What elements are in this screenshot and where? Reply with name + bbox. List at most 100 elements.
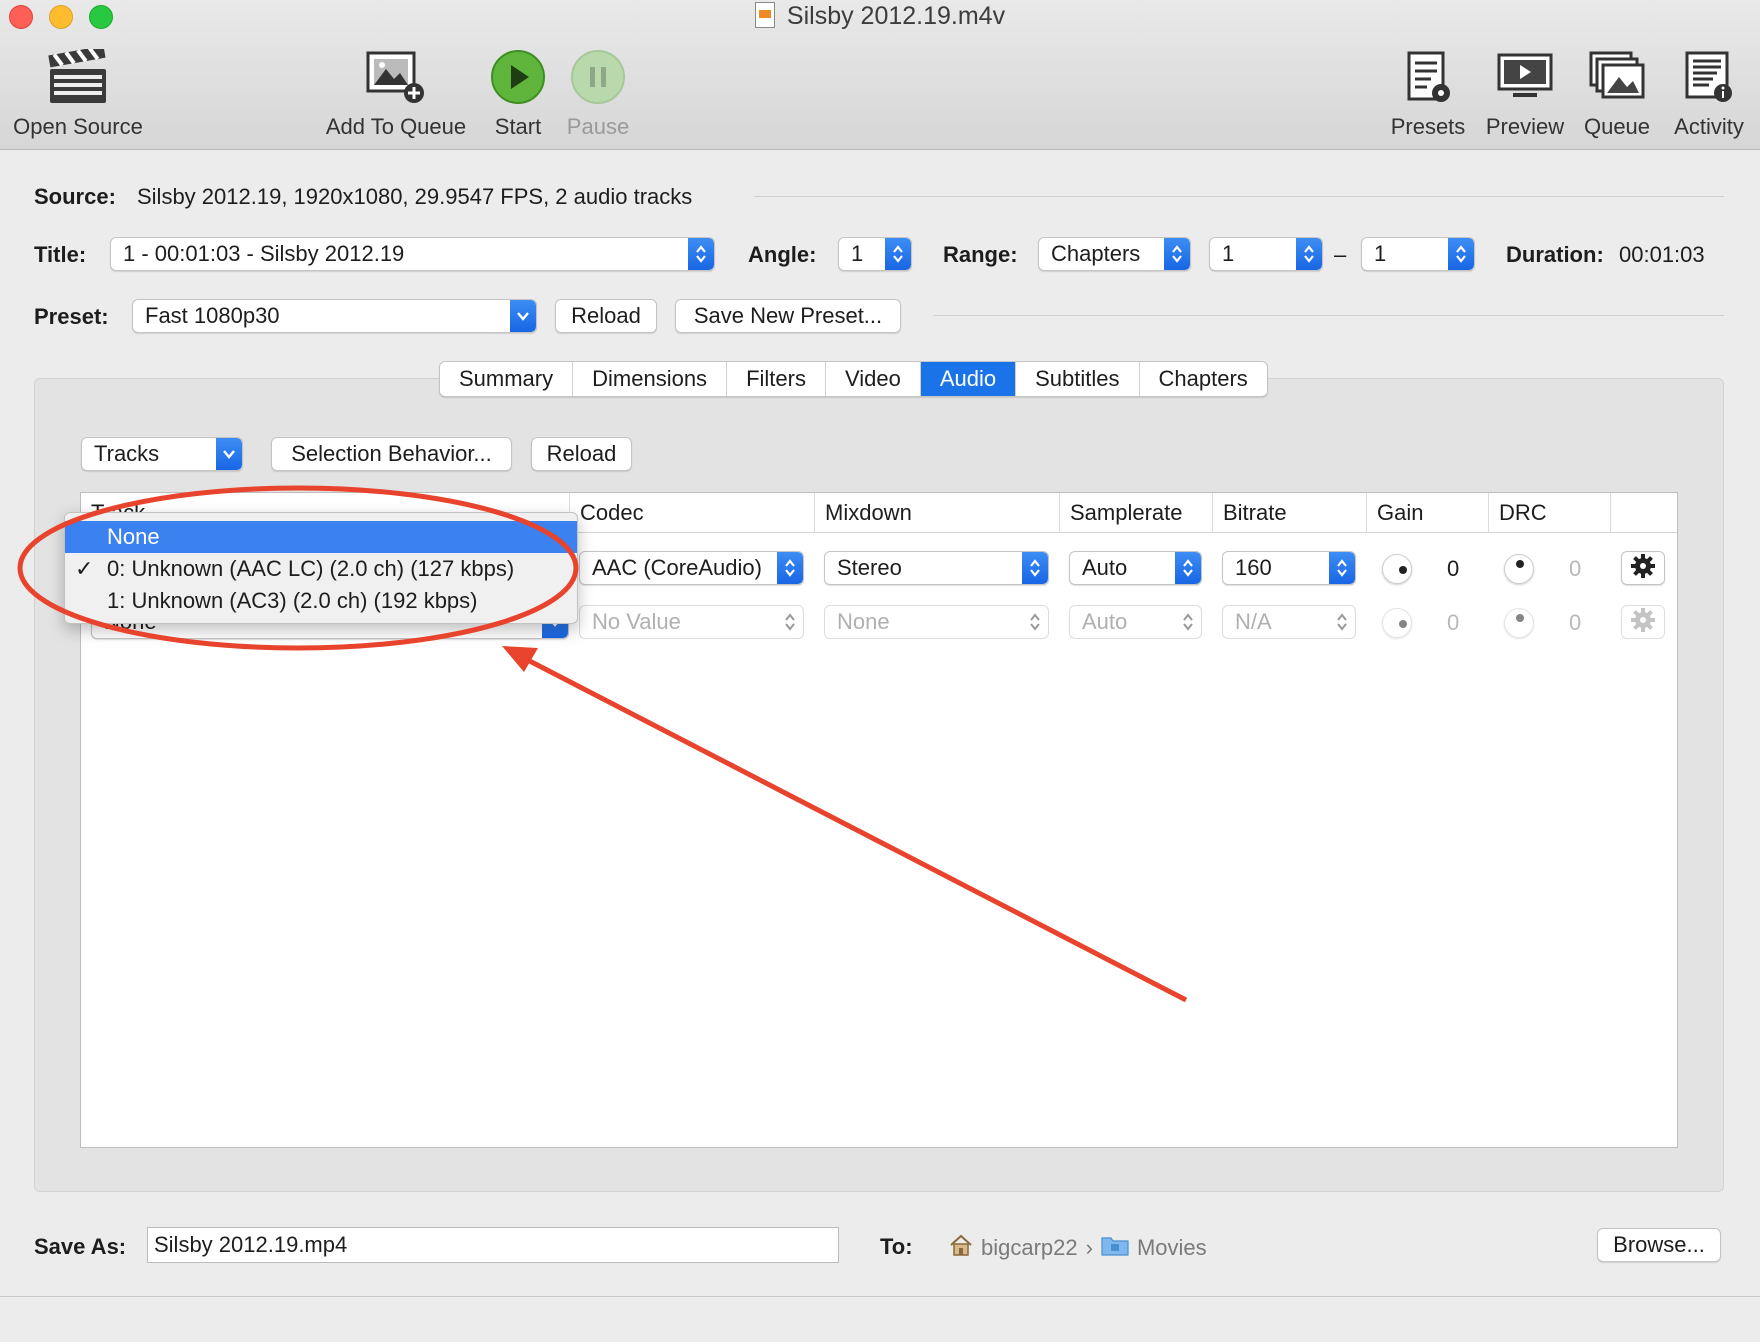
row1-mixdown-select[interactable]: Stereo (824, 551, 1049, 585)
column-codec[interactable]: Codec (569, 493, 814, 533)
row2-codec-select[interactable]: No Value (579, 605, 804, 639)
column-gain[interactable]: Gain (1366, 493, 1488, 533)
row2-bitrate-select[interactable]: N/A (1222, 605, 1356, 639)
tab-subtitles[interactable]: Subtitles (1016, 362, 1140, 396)
play-icon (482, 44, 554, 110)
row1-bitrate-select[interactable]: 160 (1222, 551, 1356, 585)
updown-chevron-icon (1164, 238, 1190, 270)
duration-value: 00:01:03 (1619, 242, 1705, 267)
row2-mixdown-select[interactable]: None (824, 605, 1049, 639)
title-select[interactable]: 1 - 00:01:03 - Silsby 2012.19 (110, 237, 715, 271)
updown-chevron-icon (1175, 552, 1201, 584)
save-as-field[interactable]: Silsby 2012.19.mp4 (147, 1227, 839, 1263)
presets-list-gear-icon (1386, 44, 1470, 110)
activity-log-icon (1664, 44, 1754, 110)
updown-chevron-icon (1022, 606, 1048, 638)
status-separator (0, 1296, 1760, 1297)
duration-label: Duration: (1506, 242, 1604, 267)
updown-chevron-icon (1448, 238, 1474, 270)
pause-button[interactable]: Pause (562, 44, 634, 140)
chevron-down-icon (216, 438, 242, 470)
range-label: Range: (943, 242, 1018, 267)
range-type-select[interactable]: Chapters (1038, 237, 1191, 271)
row2-samplerate-select[interactable]: Auto (1069, 605, 1202, 639)
angle-label: Angle: (748, 242, 817, 267)
menu-item-track-1[interactable]: 1: Unknown (AC3) (2.0 ch) (192 kbps) (65, 585, 577, 617)
destination-path[interactable]: bigcarp22 › Movies (949, 1234, 1207, 1262)
range-start-select[interactable]: 1 (1209, 237, 1323, 271)
audio-reload-button[interactable]: Reload (531, 437, 632, 471)
presets-button[interactable]: Presets (1386, 44, 1470, 140)
updown-chevron-icon (777, 552, 803, 584)
tab-summary[interactable]: Summary (440, 362, 574, 396)
source-label: Source: (34, 184, 116, 209)
angle-select[interactable]: 1 (838, 237, 912, 271)
gear-icon (1630, 607, 1656, 638)
preset-reload-button[interactable]: Reload (555, 299, 657, 333)
chevron-down-icon (510, 300, 536, 332)
row2-gain-knob[interactable] (1382, 608, 1412, 638)
clapperboard-icon (8, 44, 148, 110)
open-source-button[interactable]: Open Source (8, 44, 148, 140)
preset-select[interactable]: Fast 1080p30 (132, 299, 537, 333)
tab-audio[interactable]: Audio (920, 362, 1017, 396)
row2-drc-value: 0 (1569, 610, 1582, 635)
row1-drc-knob[interactable] (1504, 554, 1534, 584)
updown-chevron-icon (1329, 552, 1355, 584)
checkmark-icon: ✓ (75, 556, 94, 581)
preview-button[interactable]: Preview (1480, 44, 1570, 140)
source-separator (754, 196, 1724, 197)
range-end-select[interactable]: 1 (1361, 237, 1475, 271)
updown-chevron-icon (777, 606, 803, 638)
stacked-photos-icon (1578, 44, 1656, 110)
preset-label: Preset: (34, 304, 109, 329)
home-icon (949, 1234, 973, 1262)
updown-chevron-icon (1022, 552, 1048, 584)
row1-settings-button[interactable] (1621, 551, 1665, 585)
column-mixdown[interactable]: Mixdown (814, 493, 1059, 533)
updown-chevron-icon (1329, 606, 1355, 638)
queue-button[interactable]: Queue (1578, 44, 1656, 140)
row1-gain-knob[interactable] (1382, 554, 1412, 584)
activity-button[interactable]: Activity (1664, 44, 1754, 140)
add-photo-icon (318, 44, 474, 110)
menu-item-track-0[interactable]: ✓ 0: Unknown (AAC LC) (2.0 ch) (127 kbps) (65, 553, 577, 585)
source-info: Silsby 2012.19, 1920x1080, 29.9547 FPS, … (137, 184, 693, 209)
column-bitrate[interactable]: Bitrate (1212, 493, 1366, 533)
column-samplerate[interactable]: Samplerate (1059, 493, 1212, 533)
selection-behavior-button[interactable]: Selection Behavior... (271, 437, 512, 471)
tab-bar: Summary Dimensions Filters Video Audio S… (439, 361, 1268, 397)
row2-settings-button[interactable] (1621, 605, 1665, 639)
add-to-queue-button[interactable]: Add To Queue (318, 44, 474, 140)
browse-button[interactable]: Browse... (1597, 1228, 1721, 1262)
row1-gain-value: 0 (1447, 556, 1460, 581)
row1-samplerate-select[interactable]: Auto (1069, 551, 1202, 585)
gear-icon (1630, 553, 1656, 584)
tab-dimensions[interactable]: Dimensions (573, 362, 728, 396)
menu-item-none[interactable]: None (65, 521, 577, 553)
tab-video[interactable]: Video (826, 362, 921, 396)
toolbar: Silsby 2012.19.m4v Open Source Add To Qu… (0, 0, 1760, 150)
updown-chevron-icon (1175, 606, 1201, 638)
tab-filters[interactable]: Filters (727, 362, 826, 396)
start-button[interactable]: Start (482, 44, 554, 140)
monitor-play-icon (1480, 44, 1570, 110)
path-separator: › (1085, 1235, 1093, 1260)
destination-label: To: (880, 1234, 913, 1259)
row1-drc-value: 0 (1569, 556, 1582, 581)
updown-chevron-icon (885, 238, 911, 270)
m4v-file-icon (754, 2, 775, 28)
path-folder: Movies (1136, 1235, 1207, 1260)
range-dash: – (1334, 242, 1347, 267)
column-settings (1610, 493, 1679, 533)
column-drc[interactable]: DRC (1488, 493, 1610, 533)
tracks-menu-button[interactable]: Tracks (81, 437, 243, 471)
save-new-preset-button[interactable]: Save New Preset... (675, 299, 901, 333)
updown-chevron-icon (1296, 238, 1322, 270)
track-dropdown-menu: None ✓ 0: Unknown (AAC LC) (2.0 ch) (127 … (64, 512, 578, 624)
title-label: Title: (34, 242, 87, 267)
folder-icon (1101, 1234, 1129, 1262)
row1-codec-select[interactable]: AAC (CoreAudio) (579, 551, 804, 585)
tab-chapters[interactable]: Chapters (1140, 362, 1267, 396)
row2-drc-knob[interactable] (1504, 608, 1534, 638)
